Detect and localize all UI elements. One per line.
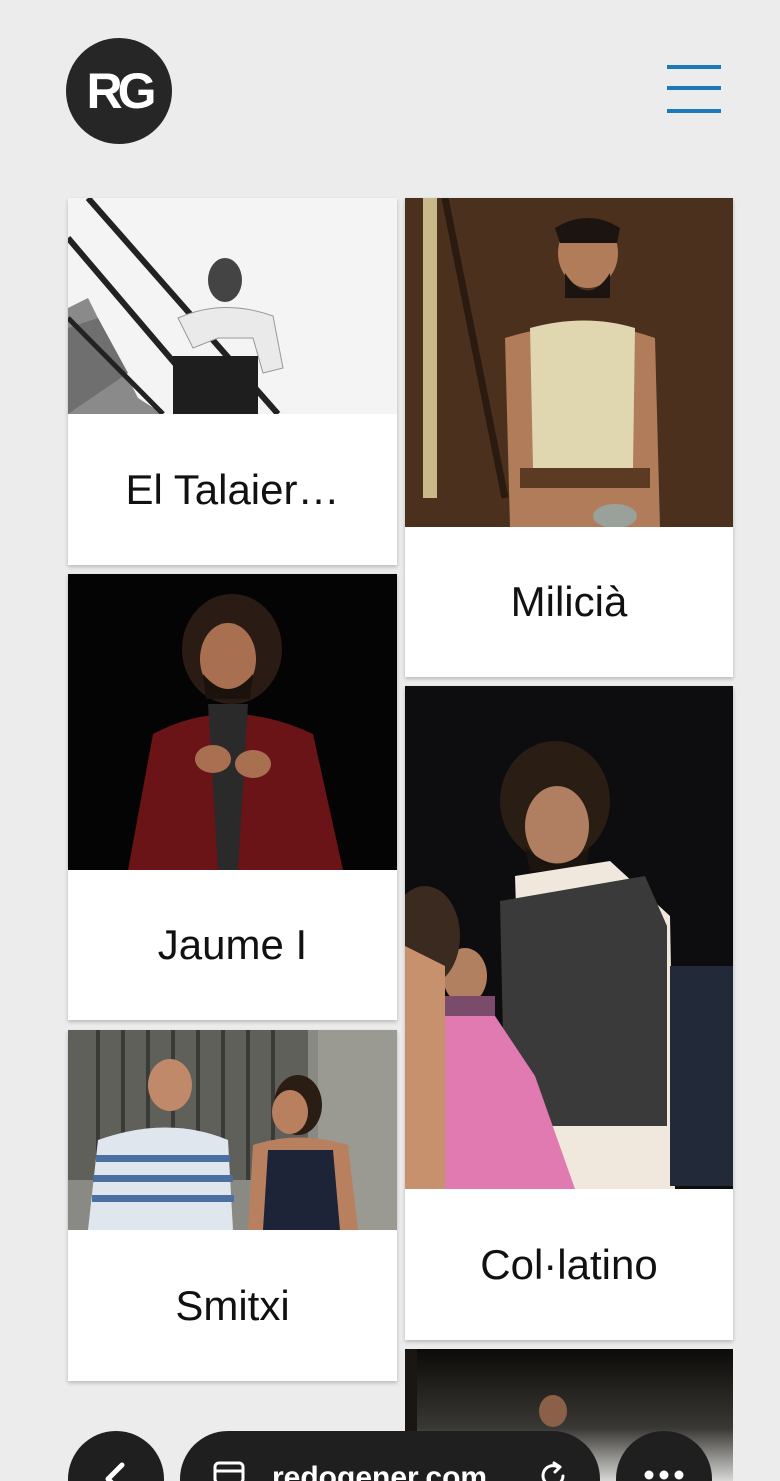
card-photo [405, 686, 733, 1189]
more-button[interactable] [616, 1431, 712, 1481]
back-button[interactable] [68, 1431, 164, 1481]
chevron-left-icon [105, 1462, 125, 1481]
card-photo [68, 574, 397, 870]
card-title: Milicià [510, 578, 628, 625]
card-photo [68, 198, 397, 414]
gallery-card-smitxi[interactable]: Smitxi [68, 1030, 397, 1381]
gallery-card-jaume-i[interactable]: Jaume I [68, 574, 397, 1020]
site-logo[interactable]: RG [66, 38, 172, 144]
gallery-card-milicia[interactable]: Milicià [405, 198, 733, 677]
gallery-card-el-talaier[interactable]: El Talaier… [68, 198, 397, 565]
address-bar[interactable]: redogener.com [180, 1431, 600, 1481]
url-text: redogener.com [272, 1461, 488, 1481]
gallery-card-col-latino[interactable]: Col·latino [405, 686, 733, 1340]
card-title: Jaume I [157, 921, 308, 968]
card-title: Smitxi [175, 1281, 290, 1329]
card-title: El Talaier… [125, 465, 340, 513]
page: RG El Talaier… Milicià Jaume I Col·latin… [0, 0, 780, 1481]
tab-icon [213, 1461, 245, 1481]
card-title: Col·latino [480, 1240, 658, 1288]
hamburger-menu-icon[interactable] [667, 62, 723, 118]
more-dots-icon [644, 1470, 684, 1480]
logo-text: RG [86, 63, 157, 119]
card-photo [405, 198, 733, 527]
card-photo [68, 1030, 397, 1230]
reload-icon[interactable] [536, 1459, 570, 1481]
